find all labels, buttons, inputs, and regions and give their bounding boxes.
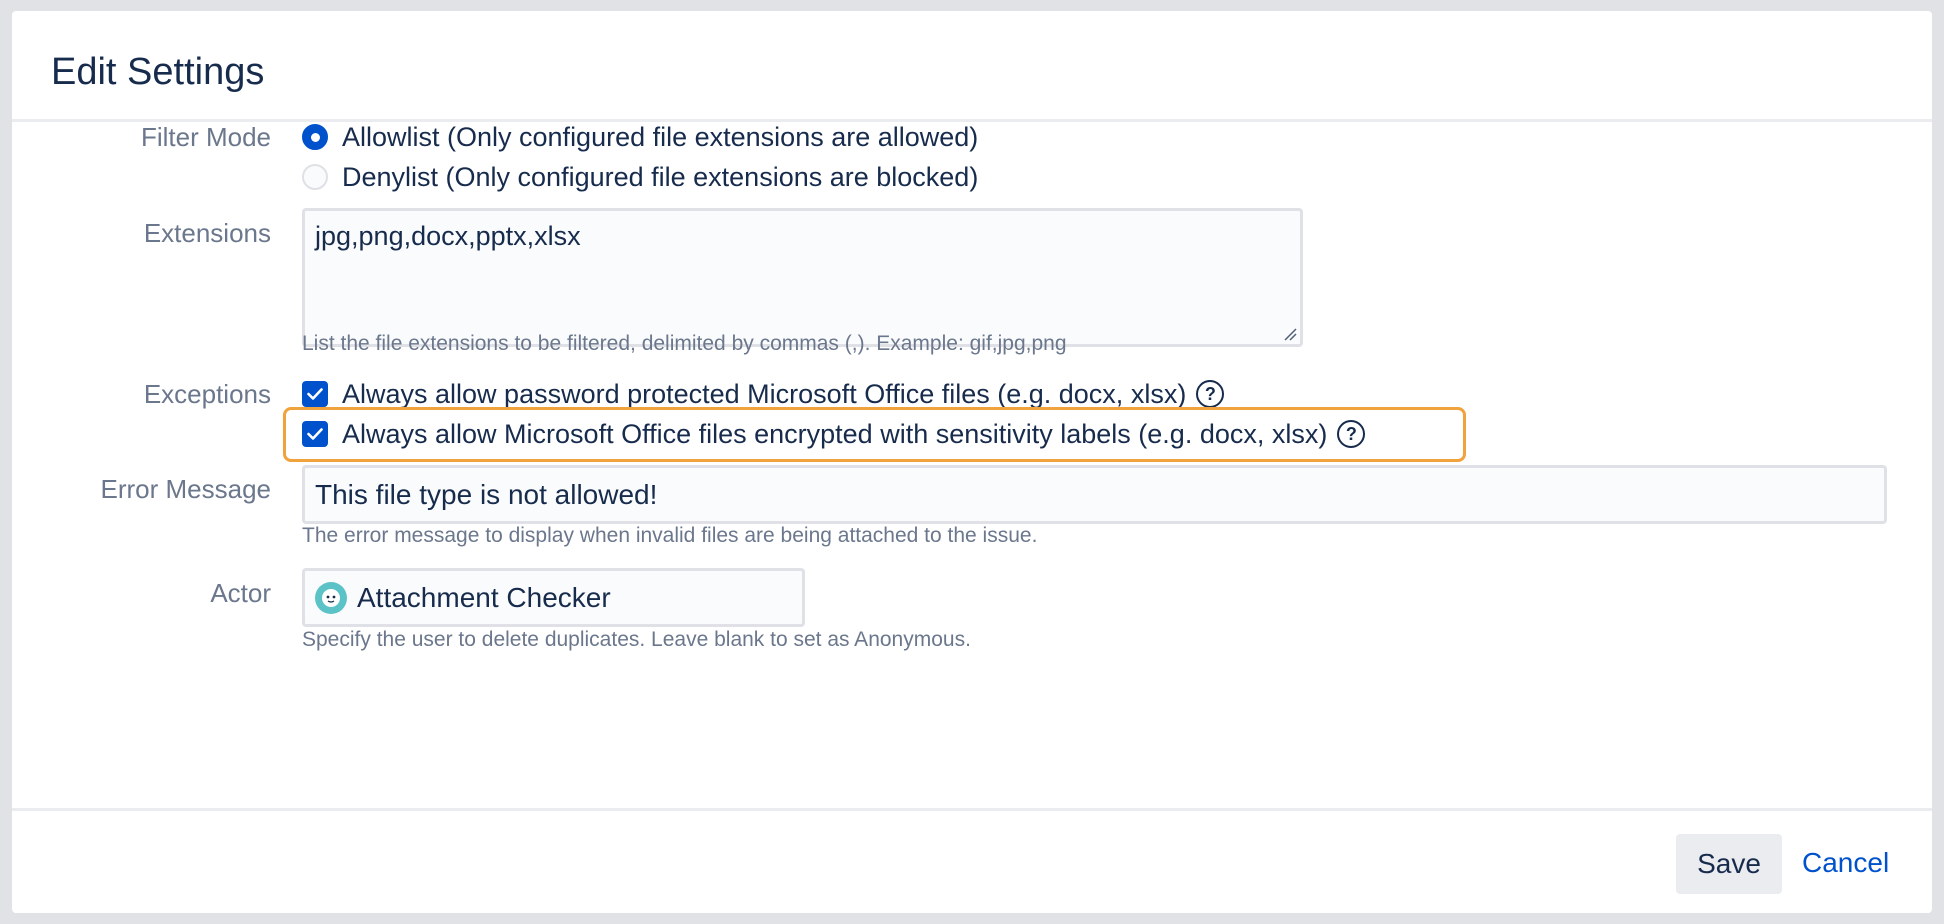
denylist-radio[interactable] [302,164,328,190]
dialog-header: Edit Settings [12,11,1932,122]
filter-mode-denylist-option[interactable]: Denylist (Only configured file extension… [302,157,978,197]
error-message-hint: The error message to display when invali… [302,524,1038,547]
error-message-label: Error Message [100,474,272,504]
dialog-footer: Save Cancel [12,808,1932,913]
dialog-title: Edit Settings [51,51,265,93]
robot-avatar-icon [315,581,347,614]
question-circle-icon[interactable]: ? [1196,380,1225,408]
denylist-radio-label[interactable]: Denylist (Only configured file extension… [342,162,978,193]
allowlist-radio-label[interactable]: Allowlist (Only configured file extensio… [342,122,978,153]
filter-mode-label: Filter Mode [140,122,271,152]
save-button[interactable]: Save [1676,834,1782,894]
sensitivity-labels-label[interactable]: Always allow Microsoft Office files encr… [342,419,1327,450]
check-icon [307,388,323,400]
error-message-input[interactable]: This file type is not allowed! [302,465,1887,524]
filter-mode-allowlist-option[interactable]: Allowlist (Only configured file extensio… [302,117,978,157]
password-protected-label[interactable]: Always allow password protected Microsof… [342,379,1186,410]
error-message-value: This file type is not allowed! [315,478,658,510]
password-protected-checkbox[interactable] [302,381,328,407]
cancel-link[interactable]: Cancel [1802,847,1889,879]
sensitivity-labels-checkbox[interactable] [302,421,328,447]
edit-settings-dialog: Edit Settings Filter Mode Allowlist (Onl… [12,11,1932,913]
resize-grip-icon[interactable] [1283,327,1297,341]
question-circle-icon[interactable]: ? [1337,420,1366,448]
dialog-body: Filter Mode Allowlist (Only configured f… [12,122,1932,817]
actor-hint: Specify the user to delete duplicates. L… [302,628,971,651]
allowlist-radio[interactable] [302,124,328,150]
exception-sensitivity-labels-option[interactable]: Always allow Microsoft Office files encr… [302,414,1366,454]
extensions-value: jpg,png,docx,pptx,xlsx [315,221,581,251]
actor-label: Actor [210,578,271,608]
extensions-textarea[interactable]: jpg,png,docx,pptx,xlsx [302,208,1303,347]
extensions-hint: List the file extensions to be filtered,… [302,332,1067,355]
exceptions-label: Exceptions [143,379,271,409]
actor-input[interactable]: Attachment Checker [302,568,805,627]
extensions-label: Extensions [143,218,271,248]
actor-value: Attachment Checker [357,581,611,613]
check-icon [307,428,323,440]
